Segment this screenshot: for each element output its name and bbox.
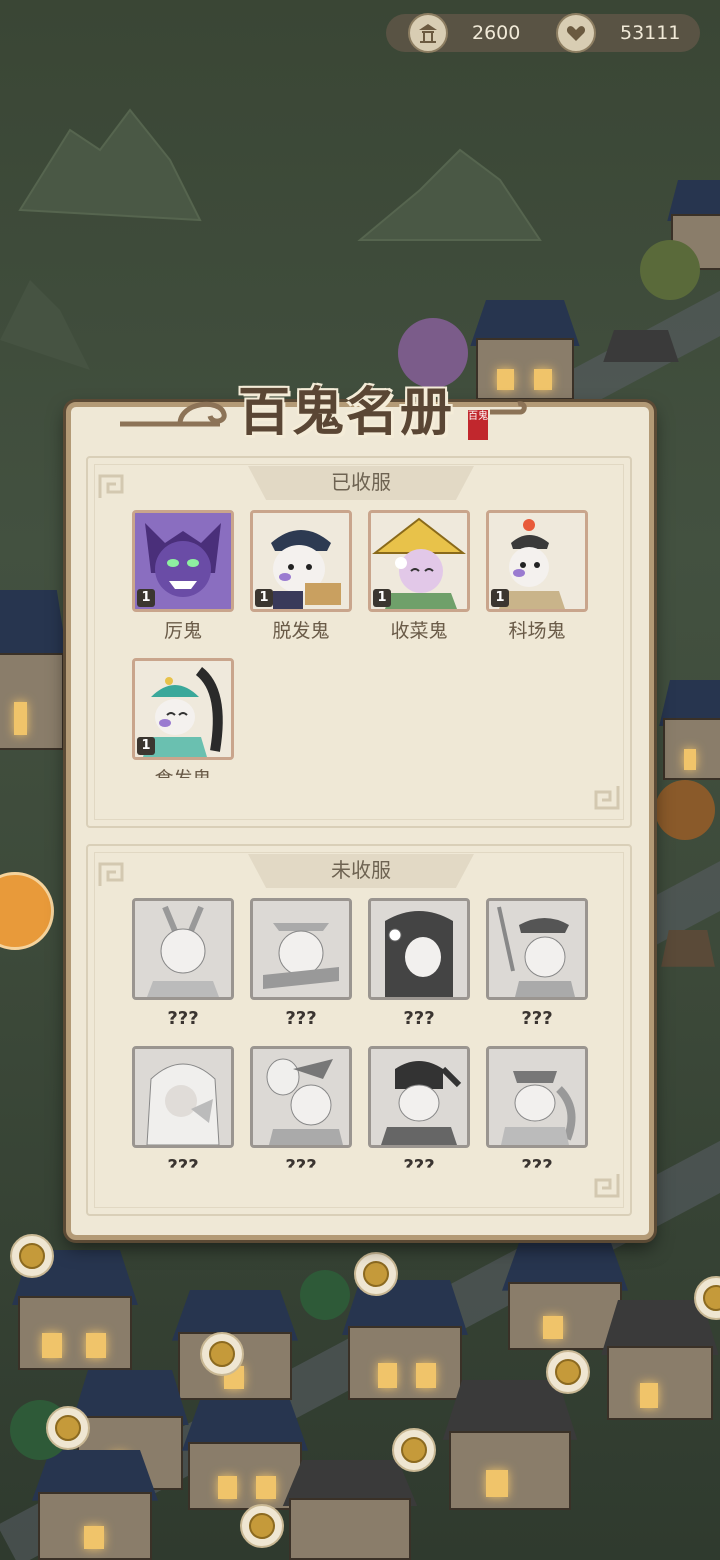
locked-ghost-card[interactable] — [486, 1046, 588, 1148]
heart-icon — [556, 13, 596, 53]
locked-ghost-card[interactable] — [486, 898, 588, 1000]
panel-title: 百鬼名册 — [238, 382, 455, 443]
locked-portrait — [371, 901, 467, 997]
coin-collect-icon[interactable] — [240, 1504, 284, 1548]
clipped-name-row: ??? — [482, 1156, 592, 1168]
clipped-name-row: ??? — [128, 1156, 238, 1168]
house — [430, 1380, 590, 1510]
locked-portrait — [489, 901, 585, 997]
ghost-card-科场鬼[interactable]: 1 — [486, 510, 588, 612]
level-badge: 1 — [491, 589, 509, 607]
hut — [656, 930, 720, 1010]
coin-collect-icon[interactable] — [392, 1428, 436, 1472]
ghost-name: 脱发鬼 — [272, 620, 330, 642]
cloud-swirl-right — [490, 401, 527, 415]
ghost-name: 收菜鬼 — [390, 620, 448, 642]
ghost-name: 厉鬼 — [163, 620, 202, 642]
level-badge: 1 — [373, 589, 391, 607]
locked-portrait — [371, 1049, 467, 1145]
unknown-ghost-name: ??? — [285, 1156, 317, 1168]
side-menu-button[interactable] — [0, 872, 54, 950]
uncollected-header: 未收服 — [248, 854, 474, 888]
unknown-ghost-name: ??? — [521, 1008, 553, 1029]
locked-portrait — [135, 1049, 231, 1145]
ghost-name: 科场鬼 — [508, 620, 566, 642]
unknown-ghost-name: ??? — [167, 1008, 199, 1029]
ghost-card-收菜鬼[interactable]: 1 — [368, 510, 470, 612]
resource-bar: 2600 53111 — [386, 13, 700, 53]
clipped-name-row: ??? — [246, 1156, 356, 1168]
coin-collect-icon[interactable] — [354, 1252, 398, 1296]
locked-ghost-card[interactable] — [132, 1046, 234, 1148]
tree — [655, 780, 715, 840]
unknown-ghost-name: ??? — [403, 1008, 435, 1029]
level-badge: 1 — [137, 589, 155, 607]
corner-ornament — [594, 786, 620, 810]
tree — [300, 1270, 350, 1320]
unknown-ghost-name: ??? — [521, 1156, 553, 1168]
collected-header: 已收服 — [248, 466, 474, 500]
clipped-name-row: ??? — [364, 1156, 474, 1168]
locked-portrait — [489, 1049, 585, 1145]
red-seal-stamp: 百鬼 — [468, 410, 488, 440]
ghost-card-脱发鬼[interactable]: 1 — [250, 510, 352, 612]
cloud-swirl-left — [120, 401, 227, 427]
panel-title-banner: 百鬼名册 百鬼 — [120, 370, 530, 450]
locked-ghost-card[interactable] — [250, 898, 352, 1000]
tree — [640, 240, 700, 300]
coin-collect-icon[interactable] — [46, 1406, 90, 1450]
unknown-ghost-name: ??? — [285, 1008, 317, 1029]
heart-count: 53111 — [620, 22, 681, 44]
locked-ghost-card[interactable] — [250, 1046, 352, 1148]
ghost-card-食发鬼[interactable]: 1 — [132, 658, 234, 760]
resource-pavilion: 2600 — [408, 13, 521, 53]
house — [20, 1450, 170, 1560]
locked-portrait — [253, 1049, 349, 1145]
house — [652, 680, 720, 780]
level-badge: 1 — [255, 589, 273, 607]
pavilion — [596, 330, 686, 400]
coin-collect-icon[interactable] — [10, 1234, 54, 1278]
house — [590, 1300, 720, 1420]
level-badge: 1 — [137, 737, 155, 755]
locked-ghost-card[interactable] — [368, 1046, 470, 1148]
locked-portrait — [135, 901, 231, 997]
house — [270, 1460, 430, 1560]
coin-collect-icon[interactable] — [200, 1332, 244, 1376]
ghost-name: 食发鬼 — [128, 764, 238, 778]
coin-collect-icon[interactable] — [546, 1350, 590, 1394]
clipped-name-row: 食发鬼 — [128, 764, 238, 778]
ghost-card-厉鬼[interactable]: 1 — [132, 510, 234, 612]
resource-heart: 53111 — [556, 13, 681, 53]
locked-ghost-card[interactable] — [132, 898, 234, 1000]
pavilion-icon — [408, 13, 448, 53]
unknown-ghost-name: ??? — [167, 1156, 199, 1168]
pavilion-count: 2600 — [472, 22, 521, 44]
unknown-ghost-name: ??? — [403, 1156, 435, 1168]
corner-ornament — [98, 474, 124, 498]
house — [0, 590, 76, 750]
corner-ornament — [98, 862, 124, 886]
locked-portrait — [253, 901, 349, 997]
locked-ghost-card[interactable] — [368, 898, 470, 1000]
corner-ornament — [594, 1174, 620, 1198]
